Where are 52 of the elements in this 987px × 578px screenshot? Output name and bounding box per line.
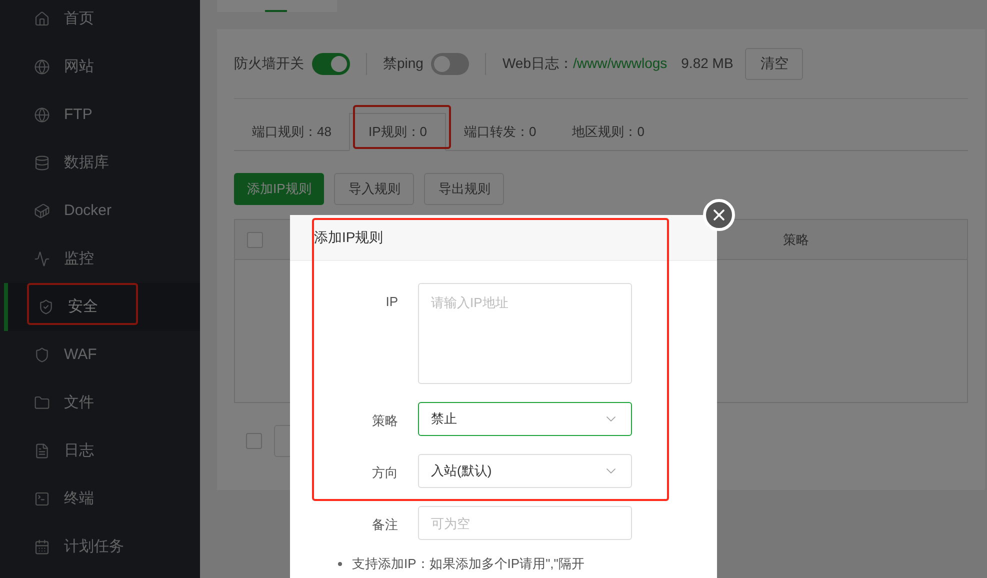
shield-icon <box>38 299 54 315</box>
chart-icon <box>34 251 50 267</box>
globe-icon <box>34 59 50 75</box>
sidebar-item[interactable]: 日志 <box>4 427 200 475</box>
action-button[interactable]: 导入规则 <box>334 173 414 205</box>
sidebar-item[interactable]: Docker <box>4 187 200 235</box>
toggle-switch[interactable] <box>312 52 350 74</box>
clear-button[interactable]: 清空 <box>745 48 804 80</box>
checkbox[interactable] <box>247 232 263 248</box>
field-label: IP <box>384 293 398 311</box>
switch-label: 防火墙开关 <box>234 54 304 73</box>
sidebar-item[interactable]: FTP <box>4 91 200 139</box>
sidebar-item[interactable]: 终端 <box>4 475 200 523</box>
select-field[interactable]: 入站(默认) <box>418 454 632 488</box>
sidebar-item[interactable]: 文件 <box>4 379 200 427</box>
field-label: 策略 <box>371 412 398 430</box>
log-size: 9.82 MB <box>681 54 734 73</box>
shield-icon <box>34 347 50 363</box>
log-label: Web日志： <box>502 54 574 73</box>
checkbox[interactable] <box>246 433 262 449</box>
container-icon <box>34 203 50 219</box>
terminal-icon <box>34 491 50 507</box>
sidebar-item[interactable]: WAF <box>4 331 200 379</box>
remark-field[interactable]: 可为空 <box>418 506 632 540</box>
sidebar-item[interactable]: 首页 <box>4 0 200 43</box>
switch-label: 禁ping <box>383 54 424 73</box>
database-icon <box>34 155 50 171</box>
calendar-icon <box>34 539 50 555</box>
select-field[interactable]: 禁止 <box>418 402 632 436</box>
home-icon <box>34 11 50 27</box>
log-path-link[interactable]: /www/wwwlogs <box>573 53 668 74</box>
globe-icon <box>34 107 50 123</box>
hint-text: 支持添加IP：如果添加多个IP请用","隔开 <box>352 555 584 573</box>
tab[interactable]: 端口转发：0 <box>446 113 554 151</box>
sidebar-item[interactable]: 监控 <box>4 235 200 283</box>
action-button[interactable]: 导出规则 <box>424 173 504 205</box>
toggle-switch[interactable] <box>431 52 470 74</box>
sidebar-item[interactable]: 数据库 <box>4 139 200 187</box>
sidebar-item[interactable]: 网站 <box>4 43 200 91</box>
tab[interactable]: 端口规则：48 <box>234 113 350 151</box>
field-label: 方向 <box>371 464 398 482</box>
ip-field[interactable]: 请输入IP地址 <box>418 283 632 384</box>
folder-icon <box>34 395 50 411</box>
column-header: 策略 <box>783 230 809 249</box>
field-label: 备注 <box>371 516 398 534</box>
document-icon <box>34 443 50 459</box>
tab[interactable]: 地区规则：0 <box>554 113 662 151</box>
action-button[interactable]: 添加IP规则 <box>234 173 324 205</box>
sidebar-item[interactable]: 计划任务 <box>4 523 200 571</box>
modal-title: 添加IP规则 <box>314 228 384 247</box>
tab[interactable]: IP规则：0 <box>349 113 446 151</box>
sidebar-item[interactable]: 安全 <box>4 283 200 331</box>
